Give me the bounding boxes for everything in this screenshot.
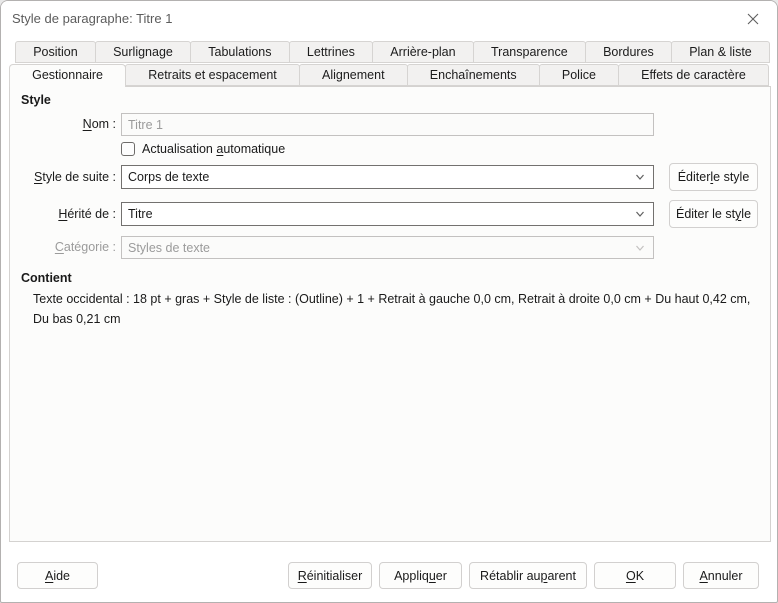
tab-enchainements[interactable]: Enchaînements — [407, 64, 540, 86]
tab-gestionnaire[interactable]: Gestionnaire — [9, 64, 126, 87]
tab-tabulations[interactable]: Tabulations — [190, 41, 290, 63]
tab-plan-et-liste[interactable]: Plan & liste — [671, 41, 770, 63]
contains-description: Texte occidental : 18 pt + gras + Style … — [33, 290, 756, 329]
titlebar: Style de paragraphe: Titre 1 — [1, 1, 777, 37]
autoupdate-checkbox[interactable]: Actualisation automatique — [121, 141, 285, 157]
apply-button[interactable]: Appliquer — [379, 562, 462, 589]
restore-parent-button[interactable]: Rétablir au parent — [469, 562, 587, 589]
reset-button[interactable]: Réinitialiser — [288, 562, 372, 589]
paragraph-style-dialog: Style de paragraphe: Titre 1 Position Su… — [0, 0, 778, 603]
edit-inherit-style-button[interactable]: Éditer le style — [669, 200, 758, 228]
contains-section-heading: Contient — [21, 271, 72, 285]
tab-strip-row2: Gestionnaire Retraits et espacement Alig… — [9, 64, 769, 87]
tab-bordures[interactable]: Bordures — [585, 41, 672, 63]
category-label: Catégorie : — [10, 236, 116, 259]
autoupdate-label: Actualisation automatique — [142, 142, 285, 156]
tab-alignement[interactable]: Alignement — [299, 64, 408, 86]
help-button[interactable]: Aide — [17, 562, 98, 589]
tab-lettrines[interactable]: Lettrines — [289, 41, 373, 63]
next-style-combobox[interactable]: Corps de texte — [121, 165, 654, 189]
next-style-value: Corps de texte — [128, 170, 209, 184]
cancel-button[interactable]: Annuler — [683, 562, 759, 589]
tab-strip-row1: Position Surlignage Tabulations Lettrine… — [15, 41, 770, 64]
dialog-title: Style de paragraphe: Titre 1 — [12, 1, 172, 37]
organizer-tab-page: Style Nom : Actualisation automatique St… — [9, 86, 771, 542]
edit-next-style-button[interactable]: Éditer le style — [669, 163, 758, 191]
ok-button[interactable]: OK — [594, 562, 676, 589]
next-style-label: Style de suite : — [10, 165, 116, 189]
category-combobox: Styles de texte — [121, 236, 654, 259]
close-button[interactable] — [741, 8, 765, 30]
name-label: Nom : — [10, 113, 116, 136]
inherit-from-combobox[interactable]: Titre — [121, 202, 654, 226]
inherit-from-label: Hérité de : — [10, 202, 116, 226]
tab-position[interactable]: Position — [15, 41, 96, 63]
tab-surlignage[interactable]: Surlignage — [95, 41, 191, 63]
name-input — [121, 113, 654, 136]
tab-police[interactable]: Police — [539, 64, 619, 86]
chevron-down-icon — [634, 208, 646, 220]
chevron-down-icon — [634, 171, 646, 183]
tab-arriere-plan[interactable]: Arrière-plan — [372, 41, 474, 63]
tab-retraits-et-espacement[interactable]: Retraits et espacement — [125, 64, 300, 86]
tab-effets-de-caractere[interactable]: Effets de caractère — [618, 64, 769, 86]
close-icon — [746, 12, 760, 26]
style-section-heading: Style — [21, 93, 51, 107]
chevron-down-icon — [634, 242, 646, 254]
category-value: Styles de texte — [128, 241, 210, 255]
inherit-from-value: Titre — [128, 207, 153, 221]
checkbox-unchecked-icon — [121, 142, 135, 156]
tab-transparence[interactable]: Transparence — [473, 41, 586, 63]
